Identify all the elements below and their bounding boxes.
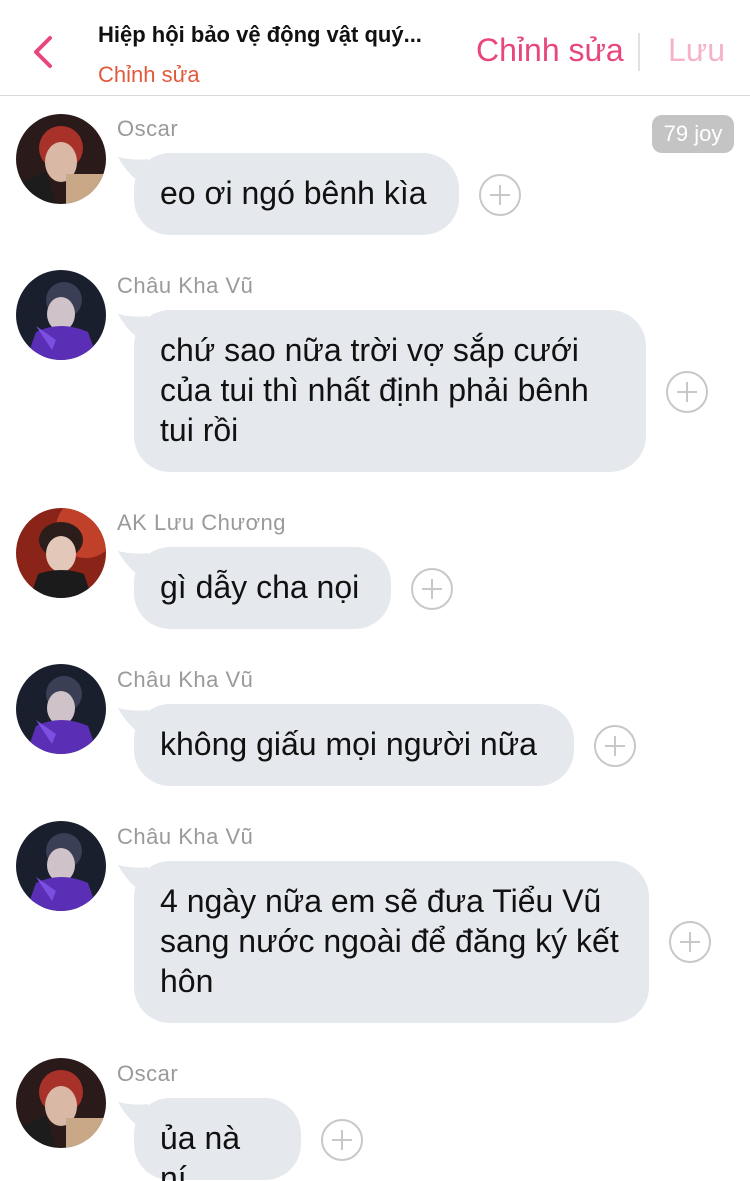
add-reaction-button[interactable]: [321, 1119, 363, 1161]
chat-header: Hiệp hội bảo vệ động vật quý... Chỉnh sử…: [0, 0, 750, 96]
sender-name: Châu Kha Vũ: [117, 273, 254, 298]
message-bubble[interactable]: eo ơi ngó bênh kìa: [134, 153, 459, 235]
add-reaction-button[interactable]: [411, 568, 453, 610]
add-reaction-button[interactable]: [666, 371, 708, 413]
save-button[interactable]: Lưu: [668, 32, 725, 69]
avatar-ak-luu-chuong[interactable]: [16, 508, 106, 598]
message-bubble[interactable]: gì dẫy cha nọi: [134, 547, 391, 629]
avatar-chau-kha-vu[interactable]: [16, 821, 106, 911]
chevron-left-icon: [34, 36, 52, 68]
add-reaction-button[interactable]: [594, 725, 636, 767]
chat-subtitle[interactable]: Chỉnh sửa: [98, 62, 448, 88]
message-bubble[interactable]: ủa nà ní: [134, 1098, 301, 1181]
sender-name: AK Lưu Chương: [117, 510, 287, 535]
chat-title: Hiệp hội bảo vệ động vật quý...: [98, 22, 422, 47]
avatar-chau-kha-vu[interactable]: [16, 270, 106, 360]
message-bubble[interactable]: 4 ngày nữa em sẽ đưa Tiểu Vũ sang nước n…: [134, 861, 649, 1023]
sender-name: Châu Kha Vũ: [117, 824, 254, 849]
avatar-oscar[interactable]: [16, 1058, 106, 1148]
sender-name: Châu Kha Vũ: [117, 667, 254, 692]
add-reaction-button[interactable]: [479, 174, 521, 216]
message-bubble[interactable]: không giấu mọi người nữa: [134, 704, 574, 786]
title-block: Hiệp hội bảo vệ động vật quý... Chỉnh sử…: [98, 22, 448, 88]
message-bubble[interactable]: chứ sao nữa trời vợ sắp cưới của tui thì…: [134, 310, 646, 472]
avatar-chau-kha-vu[interactable]: [16, 664, 106, 754]
joy-badge: 79 joy: [652, 115, 734, 153]
sender-name: Oscar: [117, 1061, 179, 1086]
edit-button[interactable]: Chỉnh sửa: [476, 32, 624, 69]
sender-name: Oscar: [117, 116, 179, 141]
back-button[interactable]: [28, 32, 58, 72]
avatar-oscar[interactable]: [16, 114, 106, 204]
header-divider: [638, 33, 640, 71]
add-reaction-button[interactable]: [669, 921, 711, 963]
